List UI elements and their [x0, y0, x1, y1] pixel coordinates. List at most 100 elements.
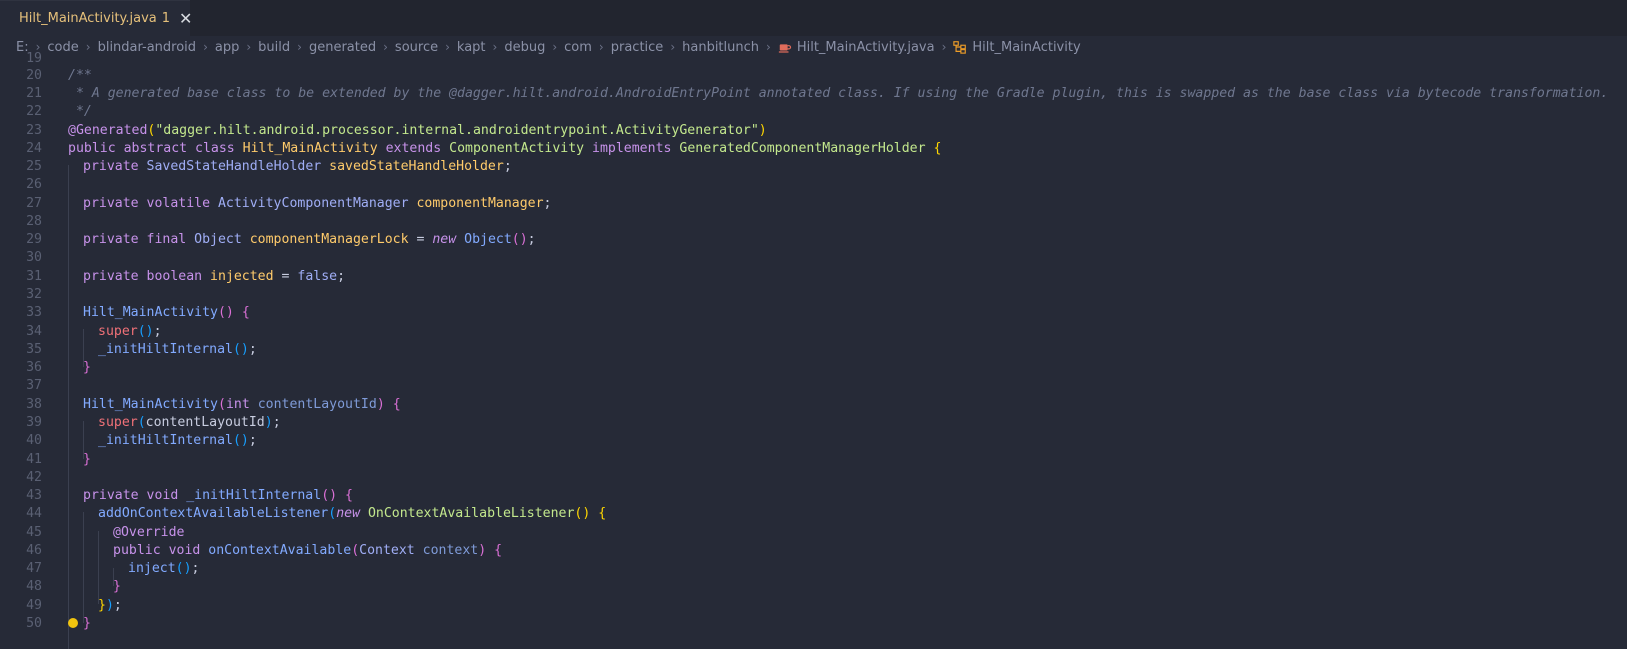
- paren: (): [511, 232, 528, 247]
- close-icon[interactable]: ✕: [179, 10, 192, 27]
- type-name: GeneratedComponentManagerHolder: [679, 141, 926, 156]
- code-line: 36}: [0, 358, 1627, 377]
- code-line: 49});: [0, 596, 1627, 615]
- keyword: private final: [83, 232, 195, 247]
- paren: (: [328, 506, 337, 521]
- method-call: inject: [128, 561, 176, 576]
- semicolon: ;: [527, 232, 536, 247]
- keyword: extends: [377, 141, 450, 156]
- line-number: 33: [26, 305, 42, 320]
- keyword: private void: [83, 488, 187, 503]
- line-number: 21: [26, 86, 42, 101]
- brace: {: [486, 543, 503, 558]
- code-line: 27 private volatile ActivityComponentMana…: [0, 194, 1627, 213]
- paren: ): [105, 598, 114, 613]
- paren: (): [232, 433, 249, 448]
- semicolon: ;: [113, 598, 122, 613]
- tab-hilt-mainactivity[interactable]: Hilt_MainActivity.java 1 ✕: [0, 0, 192, 36]
- comment: /**: [68, 68, 92, 83]
- line-number: 27: [26, 196, 42, 211]
- paren: (): [574, 506, 591, 521]
- semicolon: ;: [543, 196, 552, 211]
- paren: (: [351, 543, 360, 558]
- keyword: private volatile: [83, 196, 218, 211]
- semicolon: ;: [272, 415, 281, 430]
- brace: {: [384, 397, 401, 412]
- operator: =: [408, 232, 433, 247]
- code-line: 35 _initHiltInternal();: [0, 340, 1627, 359]
- code-line: 22 */: [0, 102, 1627, 121]
- field-name: componentManagerLock: [241, 232, 409, 247]
- type-name: Context: [359, 543, 415, 558]
- line-number: 45: [26, 525, 42, 540]
- method-name: Hilt_MainActivity: [83, 397, 218, 412]
- lightbulb-icon[interactable]: [68, 618, 78, 628]
- line-number: 42: [26, 470, 42, 485]
- line-number: 39: [26, 415, 42, 430]
- keyword: super: [98, 324, 138, 339]
- type-name: SavedStateHandleHolder: [146, 159, 322, 174]
- line-number: 47: [26, 561, 42, 576]
- semicolon: ;: [153, 324, 162, 339]
- code-line: 29 private final Object componentManagerL…: [0, 230, 1627, 249]
- line-number: 34: [26, 324, 42, 339]
- literal: false: [297, 269, 338, 284]
- code-line: 47 inject();: [0, 559, 1627, 578]
- line-number: 23: [26, 123, 42, 138]
- brace: }: [98, 598, 106, 613]
- semicolon: ;: [248, 433, 257, 448]
- line-number: 40: [26, 433, 42, 448]
- keyword: new: [432, 232, 457, 247]
- code-line: 38 Hilt_MainActivity(int contentLayoutId)…: [0, 395, 1627, 414]
- code-line: 46 public void onContextAvailable(Context…: [0, 541, 1627, 560]
- code-line: 25 private SavedStateHandleHolder savedSt…: [0, 157, 1627, 176]
- line-number: 38: [26, 397, 42, 412]
- paren: ): [376, 397, 385, 412]
- line-number: 36: [26, 360, 42, 375]
- code-line: 20 /**: [0, 66, 1627, 85]
- paren: ): [264, 415, 273, 430]
- line-number: 37: [26, 378, 42, 393]
- code-line: 26: [0, 175, 1627, 194]
- paren: (: [217, 397, 226, 412]
- line-number: 25: [26, 159, 42, 174]
- line-number: 44: [26, 506, 42, 521]
- line-number: 30: [26, 250, 42, 265]
- line-number: 28: [26, 214, 42, 229]
- brace: {: [590, 506, 607, 521]
- keyword: int: [225, 397, 250, 412]
- code-line: 44 addOnContextAvailableListener(new OnCo…: [0, 504, 1627, 523]
- field-name: componentManager: [408, 196, 544, 211]
- method-call: addOnContextAvailableListener: [98, 506, 329, 521]
- line-number: 22: [26, 104, 42, 119]
- line-number: 32: [26, 287, 42, 302]
- semicolon: ;: [191, 561, 200, 576]
- code-line: 40 _initHiltInternal();: [0, 431, 1627, 450]
- code-line: 32: [0, 285, 1627, 304]
- tab-bar: Hilt_MainActivity.java 1 ✕: [0, 0, 1627, 36]
- annotation: @Override: [113, 525, 185, 540]
- brace: {: [933, 141, 942, 156]
- semicolon: ;: [248, 342, 257, 357]
- annotation: @Generated: [68, 123, 148, 138]
- code-line: 21 * A generated base class to be extend…: [0, 84, 1627, 103]
- comment: */: [68, 104, 92, 119]
- field-name: savedStateHandleHolder: [321, 159, 504, 174]
- argument: contentLayoutId: [145, 415, 265, 430]
- method-name: onContextAvailable: [208, 543, 352, 558]
- field-name: injected: [202, 269, 274, 284]
- parameter: context: [414, 543, 479, 558]
- line-number: 29: [26, 232, 42, 247]
- code-editor[interactable]: 19 20/** 21 * A generated base class to …: [0, 51, 1627, 649]
- method-name: Hilt_MainActivity: [83, 305, 218, 320]
- constructor-call: Object: [456, 232, 512, 247]
- class-name: Hilt_MainActivity: [242, 141, 378, 156]
- keyword: new: [336, 506, 361, 521]
- keyword: public abstract class: [68, 141, 243, 156]
- paren: (): [321, 488, 338, 503]
- code-line: 24 public abstract class Hilt_MainActivit…: [0, 139, 1627, 158]
- brace: }: [83, 360, 91, 375]
- paren: (: [137, 415, 146, 430]
- code-line: 41}: [0, 450, 1627, 469]
- brace: }: [83, 616, 91, 631]
